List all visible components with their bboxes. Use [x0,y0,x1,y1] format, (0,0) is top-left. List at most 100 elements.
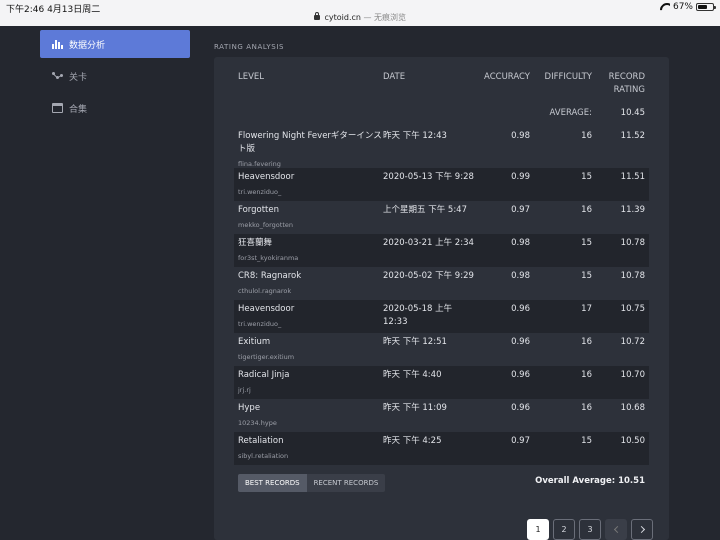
cell-level: Hype 10234.hype [234,402,383,430]
records-table: LEVEL DATE ACCURACY DIFFICULTY RECORD RA… [234,57,649,465]
sidebar-item-levels[interactable]: 关卡 [40,62,190,90]
tab-recent-records[interactable]: RECENT RECORDS [307,474,386,492]
level-id: 10234.hype [238,419,277,427]
level-id: cthulol.ragnarok [238,287,292,295]
level-title[interactable]: CR8: Ragnarok [238,270,383,283]
level-title[interactable]: Flowering Night Feverギターインスト版 [238,130,383,156]
header-accuracy: ACCURACY [484,72,530,82]
address-bar[interactable]: cytoid.cn — 无痕浏览 [0,12,720,23]
cell-date: 2020-05-02 下午 9:29 [383,271,474,281]
cell-accuracy: 0.98 [511,238,530,248]
cell-level: CR8: Ragnarok cthulol.ragnarok [234,270,383,298]
tab-best-records[interactable]: BEST RECORDS [238,474,307,492]
level-id: flina.fevering [238,160,281,168]
cell-level: Flowering Night Feverギターインスト版 flina.fever… [234,130,383,171]
table-row[interactable]: Hype 10234.hype 昨天 下午 11:09 0.96 16 10.68 [234,399,649,432]
sidebar-item-analytics[interactable]: 数据分析 [40,30,190,58]
table-row[interactable]: Flowering Night Feverギターインスト版 flina.fever… [234,123,649,168]
table-row[interactable]: 狂喜蘭舞 for3st_kyokiranma 2020-03-21 上午 2:34 0… [234,234,649,267]
cell-accuracy: 0.96 [511,370,530,380]
level-title[interactable]: Radical Jinja [238,369,383,382]
sidebar-item-label: 合集 [69,104,88,115]
cell-accuracy: 0.99 [511,172,530,182]
cell-difficulty: 15 [581,238,592,248]
page-button-3[interactable]: 3 [579,519,601,540]
prev-page-button[interactable] [605,519,627,540]
cell-difficulty: 16 [581,205,592,215]
table-row[interactable]: Heavensdoor tri.wenziduo_ 2020-05-18 上午 12… [234,300,649,333]
status-bar: 下午2:46 4月13日周二 cytoid.cn — 无痕浏览 67% [0,0,720,26]
page-button-2[interactable]: 2 [553,519,575,540]
average-value: 10.45 [620,108,645,118]
bar-chart-icon [52,39,63,49]
cell-date: 昨天 下午 12:51 [383,337,447,347]
level-title[interactable]: 狂喜蘭舞 [238,237,383,250]
cell-level: Retaliation sibyl.retaliation [234,435,383,463]
cell-level: Heavensdoor tri.wenziduo_ [234,303,383,331]
records-tabs: BEST RECORDS RECENT RECORDS [238,474,386,492]
cell-accuracy: 0.97 [511,205,530,215]
sidebar-item-label: 数据分析 [69,40,106,51]
status-indicators: 67% [660,2,716,12]
cell-accuracy: 0.96 [511,337,530,347]
cell-difficulty: 16 [581,131,592,141]
cell-level: Heavensdoor tri.wenziduo_ [234,171,383,199]
average-label: AVERAGE: [549,108,592,118]
cell-rating: 11.52 [620,131,645,141]
cell-accuracy: 0.96 [511,304,530,314]
lock-icon [313,12,320,20]
cell-difficulty: 15 [581,436,592,446]
cell-rating: 11.51 [620,172,645,182]
cell-rating: 10.78 [620,238,645,248]
private-browsing-note: — 无痕浏览 [363,13,407,22]
table-row[interactable]: Radical Jinja jrj.rj 昨天 下午 4:40 0.96 16 10.70 [234,366,649,399]
url-text[interactable]: cytoid.cn [324,13,360,22]
cell-accuracy: 0.97 [511,436,530,446]
pagination: 1 2 3 [527,519,653,540]
header-level: LEVEL [238,72,265,82]
cell-date: 上个星期五 下午 5:47 [383,205,467,215]
cell-date: 昨天 下午 4:40 [383,370,442,380]
cell-difficulty: 16 [581,370,592,380]
level-title[interactable]: Heavensdoor [238,171,383,184]
table-row[interactable]: Heavensdoor tri.wenziduo_ 2020-05-13 下午 9:… [234,168,649,201]
table-row[interactable]: Retaliation sibyl.retaliation 昨天 下午 4:25 0.… [234,432,649,465]
chevron-left-icon [613,525,621,534]
level-title[interactable]: Forgotten [238,204,383,217]
table-row[interactable]: Forgotten mekko_forgotten 上个星期五 下午 5:47 0.9… [234,201,649,234]
cell-rating: 11.39 [620,205,645,215]
level-id: sibyl.retaliation [238,452,289,460]
section-title: RATING ANALYSIS [214,43,285,51]
cell-difficulty: 15 [581,172,592,182]
sidebar-item-collections[interactable]: 合集 [40,94,190,122]
table-row[interactable]: CR8: Ragnarok cthulol.ragnarok 2020-05-02 … [234,267,649,300]
cell-level: Exitium tigertiger.exitium [234,336,383,364]
cell-date: 昨天 下午 4:25 [383,436,442,446]
level-id: for3st_kyokiranma [238,254,299,262]
overall-average: Overall Average: 10.51 [535,476,645,486]
cell-accuracy: 0.98 [511,131,530,141]
table-row[interactable]: Exitium tigertiger.exitium 昨天 下午 12:51 0.96… [234,333,649,366]
average-row: AVERAGE: 10.45 [234,103,649,123]
level-id: mekko_forgotten [238,221,293,229]
album-icon [52,103,63,113]
cell-date: 2020-03-21 上午 2:34 [383,238,474,248]
rating-analysis-card: LEVEL DATE ACCURACY DIFFICULTY RECORD RA… [214,57,669,540]
cell-level: Forgotten mekko_forgotten [234,204,383,232]
table-body: Flowering Night Feverギターインスト版 flina.fever… [234,123,649,465]
chevron-right-icon [637,525,645,534]
cell-rating: 10.50 [620,436,645,446]
level-id: tri.wenziduo_ [238,188,282,196]
level-title[interactable]: Heavensdoor [238,303,383,316]
nodes-icon [52,71,63,81]
level-title[interactable]: Hype [238,402,383,415]
next-page-button[interactable] [631,519,653,540]
cell-rating: 10.68 [620,403,645,413]
cell-date: 昨天 下午 11:09 [383,403,447,413]
page-button-1[interactable]: 1 [527,519,549,540]
cell-difficulty: 16 [581,403,592,413]
level-id: jrj.rj [238,386,251,394]
level-title[interactable]: Exitium [238,336,383,349]
level-title[interactable]: Retaliation [238,435,383,448]
cell-rating: 10.70 [620,370,645,380]
